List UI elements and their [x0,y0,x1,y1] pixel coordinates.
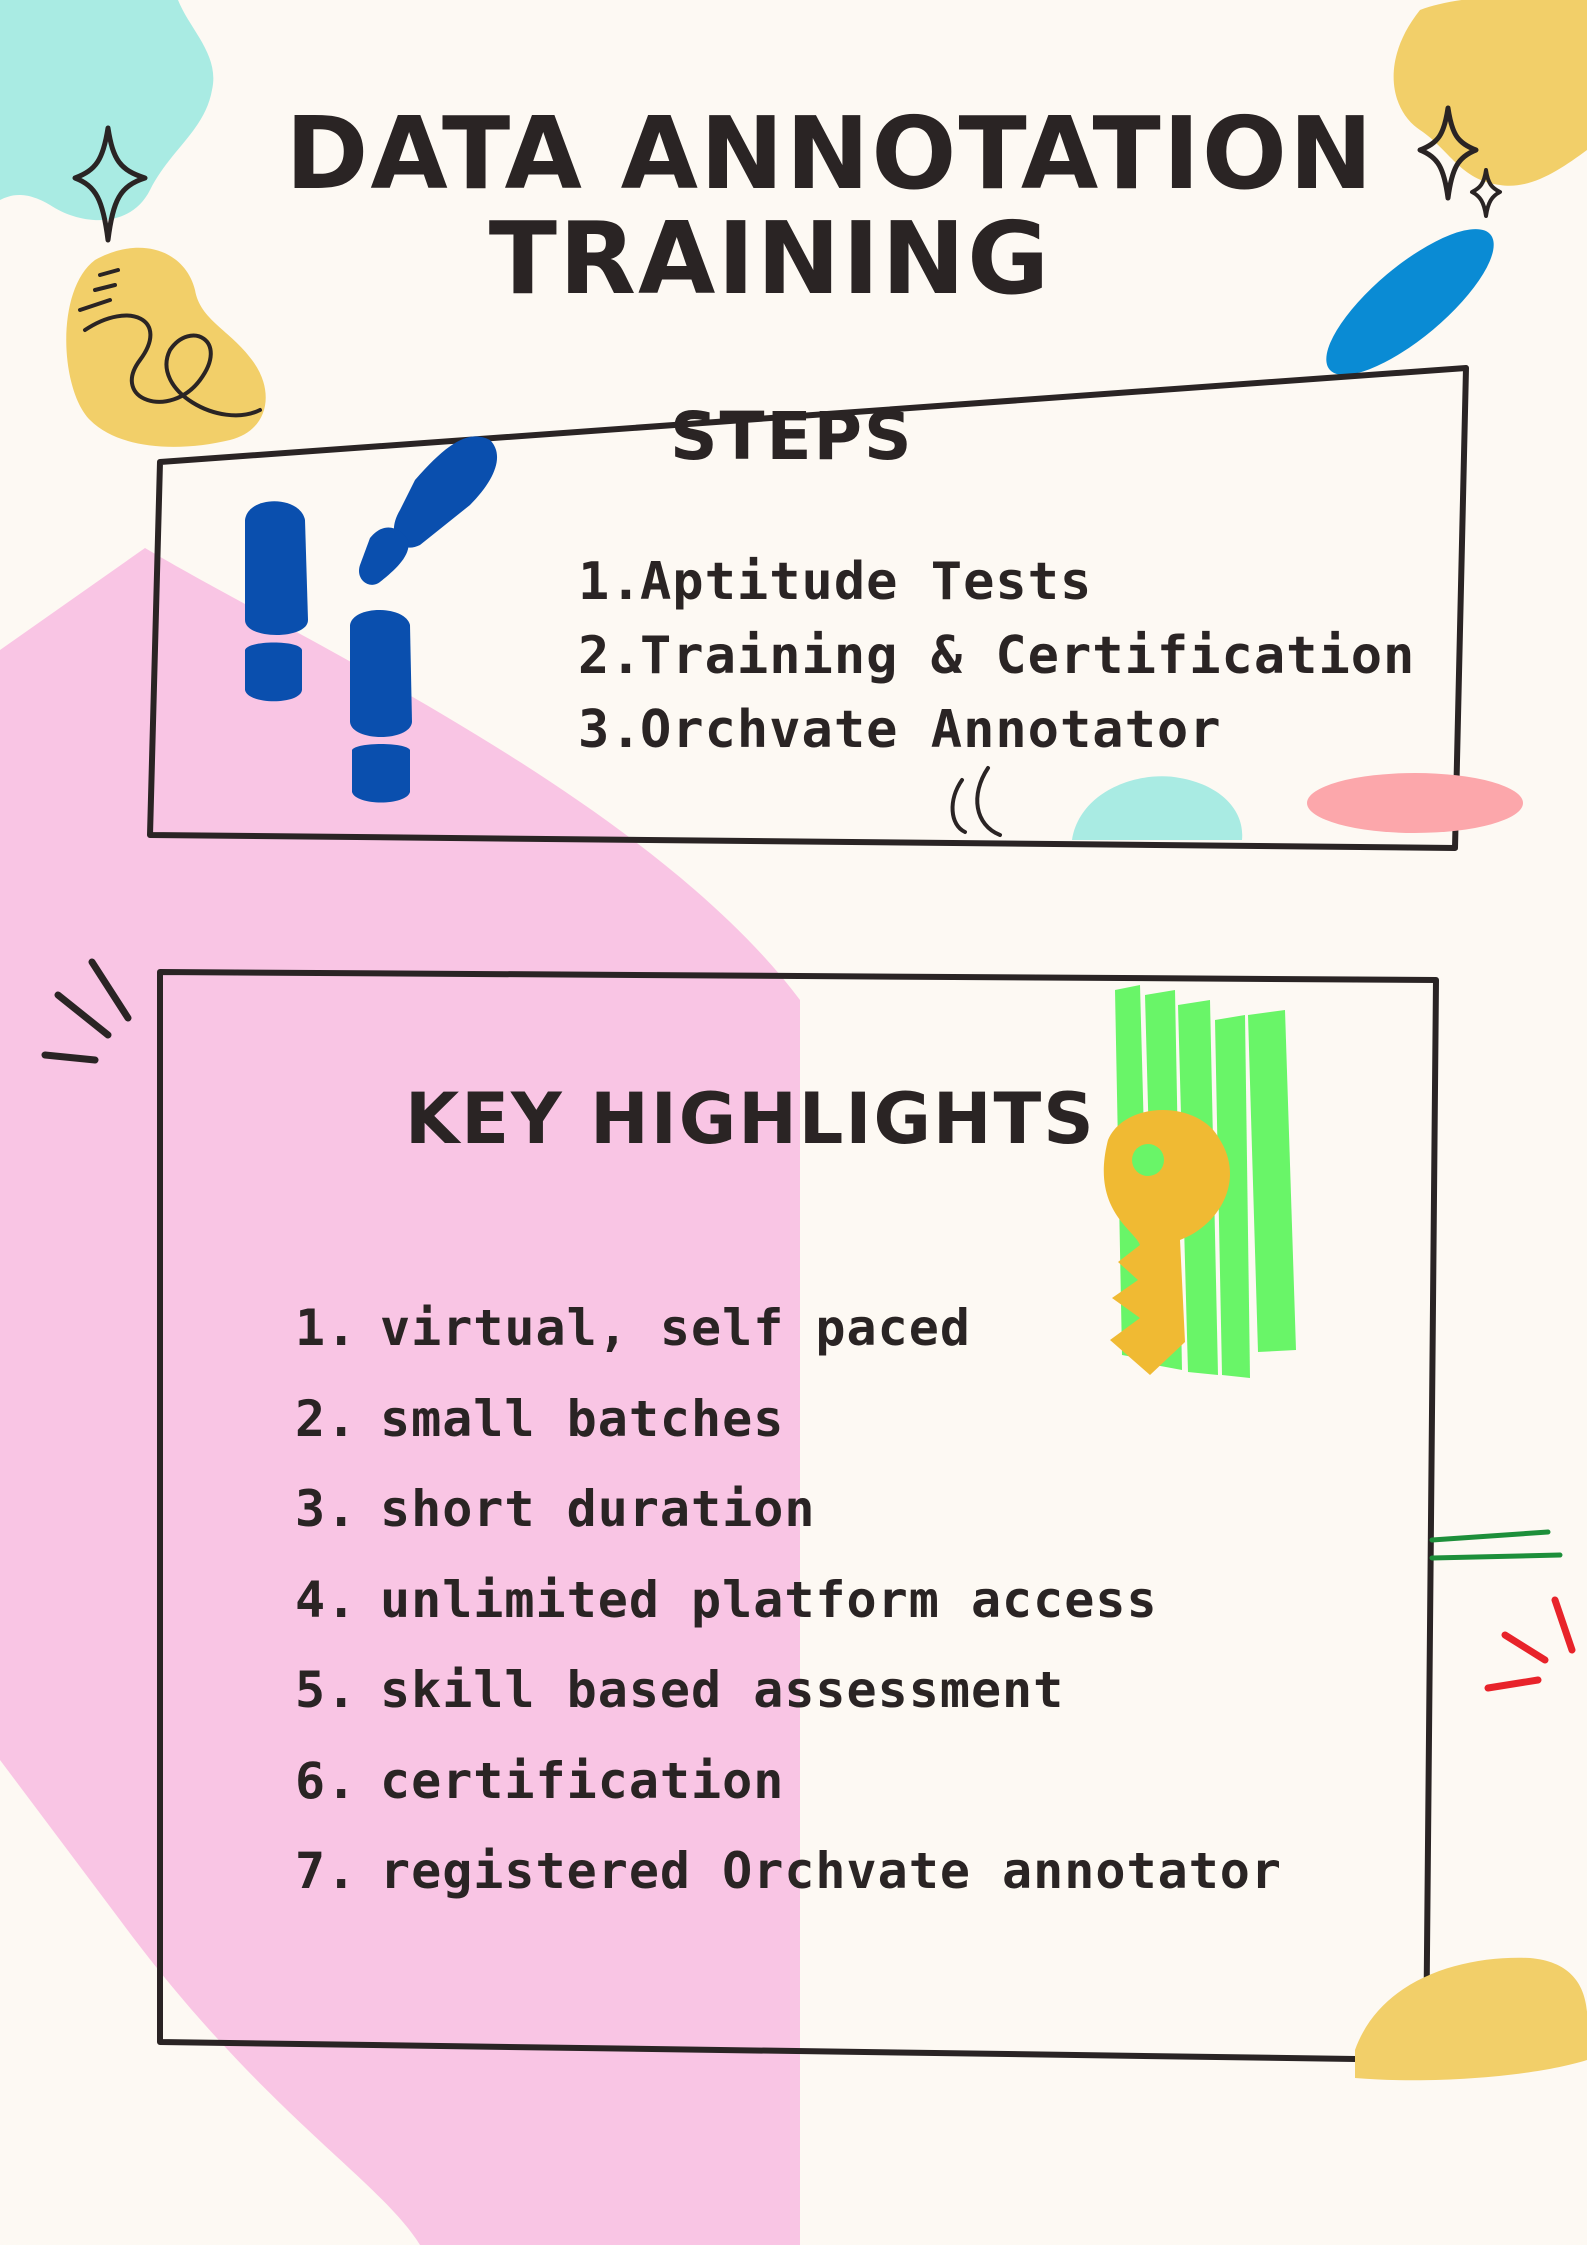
green-lines-right [1429,1529,1563,1561]
list-number: 2. [295,1389,358,1448]
list-item: 7. registered Orchvate annotator [295,1826,1282,1917]
list-number: 2. [578,626,643,686]
page-title-line1: DATA ANNOTATION [285,95,1375,212]
red-marks-right [1484,1596,1576,1692]
list-item: 2.Training & Certification [578,619,1415,693]
blue-oval-shape [1326,229,1494,375]
list-number: 3. [295,1480,358,1538]
list-number: 7. [295,1842,358,1900]
list-text: certification [380,1751,785,1810]
list-number: 4. [295,1570,358,1629]
highlights-title: KEY HIGHLIGHTS [405,1078,1096,1160]
list-number: 5. [295,1661,358,1719]
mint-blob-top-left [0,0,214,221]
yellow-blob-top-right [1393,0,1587,186]
list-text: short duration [380,1480,816,1538]
list-text: registered Orchvate annotator [380,1842,1282,1900]
list-item: 3.Orchvate Annotator [578,693,1415,767]
list-number: 1. [578,552,643,612]
steps-list: 1.Aptitude Tests 2.Training & Certificat… [578,545,1415,767]
highlights-list: 1. virtual, self paced 2. small batches 3.… [295,1283,1282,1917]
list-item: 3. short duration [295,1464,1282,1555]
list-text: Aptitude Tests [640,552,1093,612]
list-item: 1. virtual, self paced [295,1283,1282,1374]
list-text: skill based assessment [380,1661,1065,1719]
list-item: 5. skill based assessment [295,1645,1282,1736]
list-text: unlimited platform access [380,1570,1158,1629]
list-text: virtual, self paced [380,1299,971,1357]
list-item: 2. small batches [295,1374,1282,1465]
mint-half-blob [1072,776,1243,840]
list-text: small batches [380,1389,785,1448]
list-item: 1.Aptitude Tests [578,545,1415,619]
list-number: 3. [578,700,643,760]
page-title-line2: TRAINING [488,200,1052,317]
list-item: 4. unlimited platform access [295,1555,1282,1646]
list-text: Training & Certification [640,626,1416,686]
steps-title: STEPS [670,398,914,475]
list-text: Orchvate Annotator [640,700,1222,760]
coral-oval-shape [1307,773,1523,833]
squiggle-steps [950,766,1002,837]
list-item: 6. certification [295,1736,1282,1827]
list-number: 6. [295,1751,358,1810]
yellow-blob-bottom-right [1355,1957,1587,2081]
list-number: 1. [295,1299,358,1357]
